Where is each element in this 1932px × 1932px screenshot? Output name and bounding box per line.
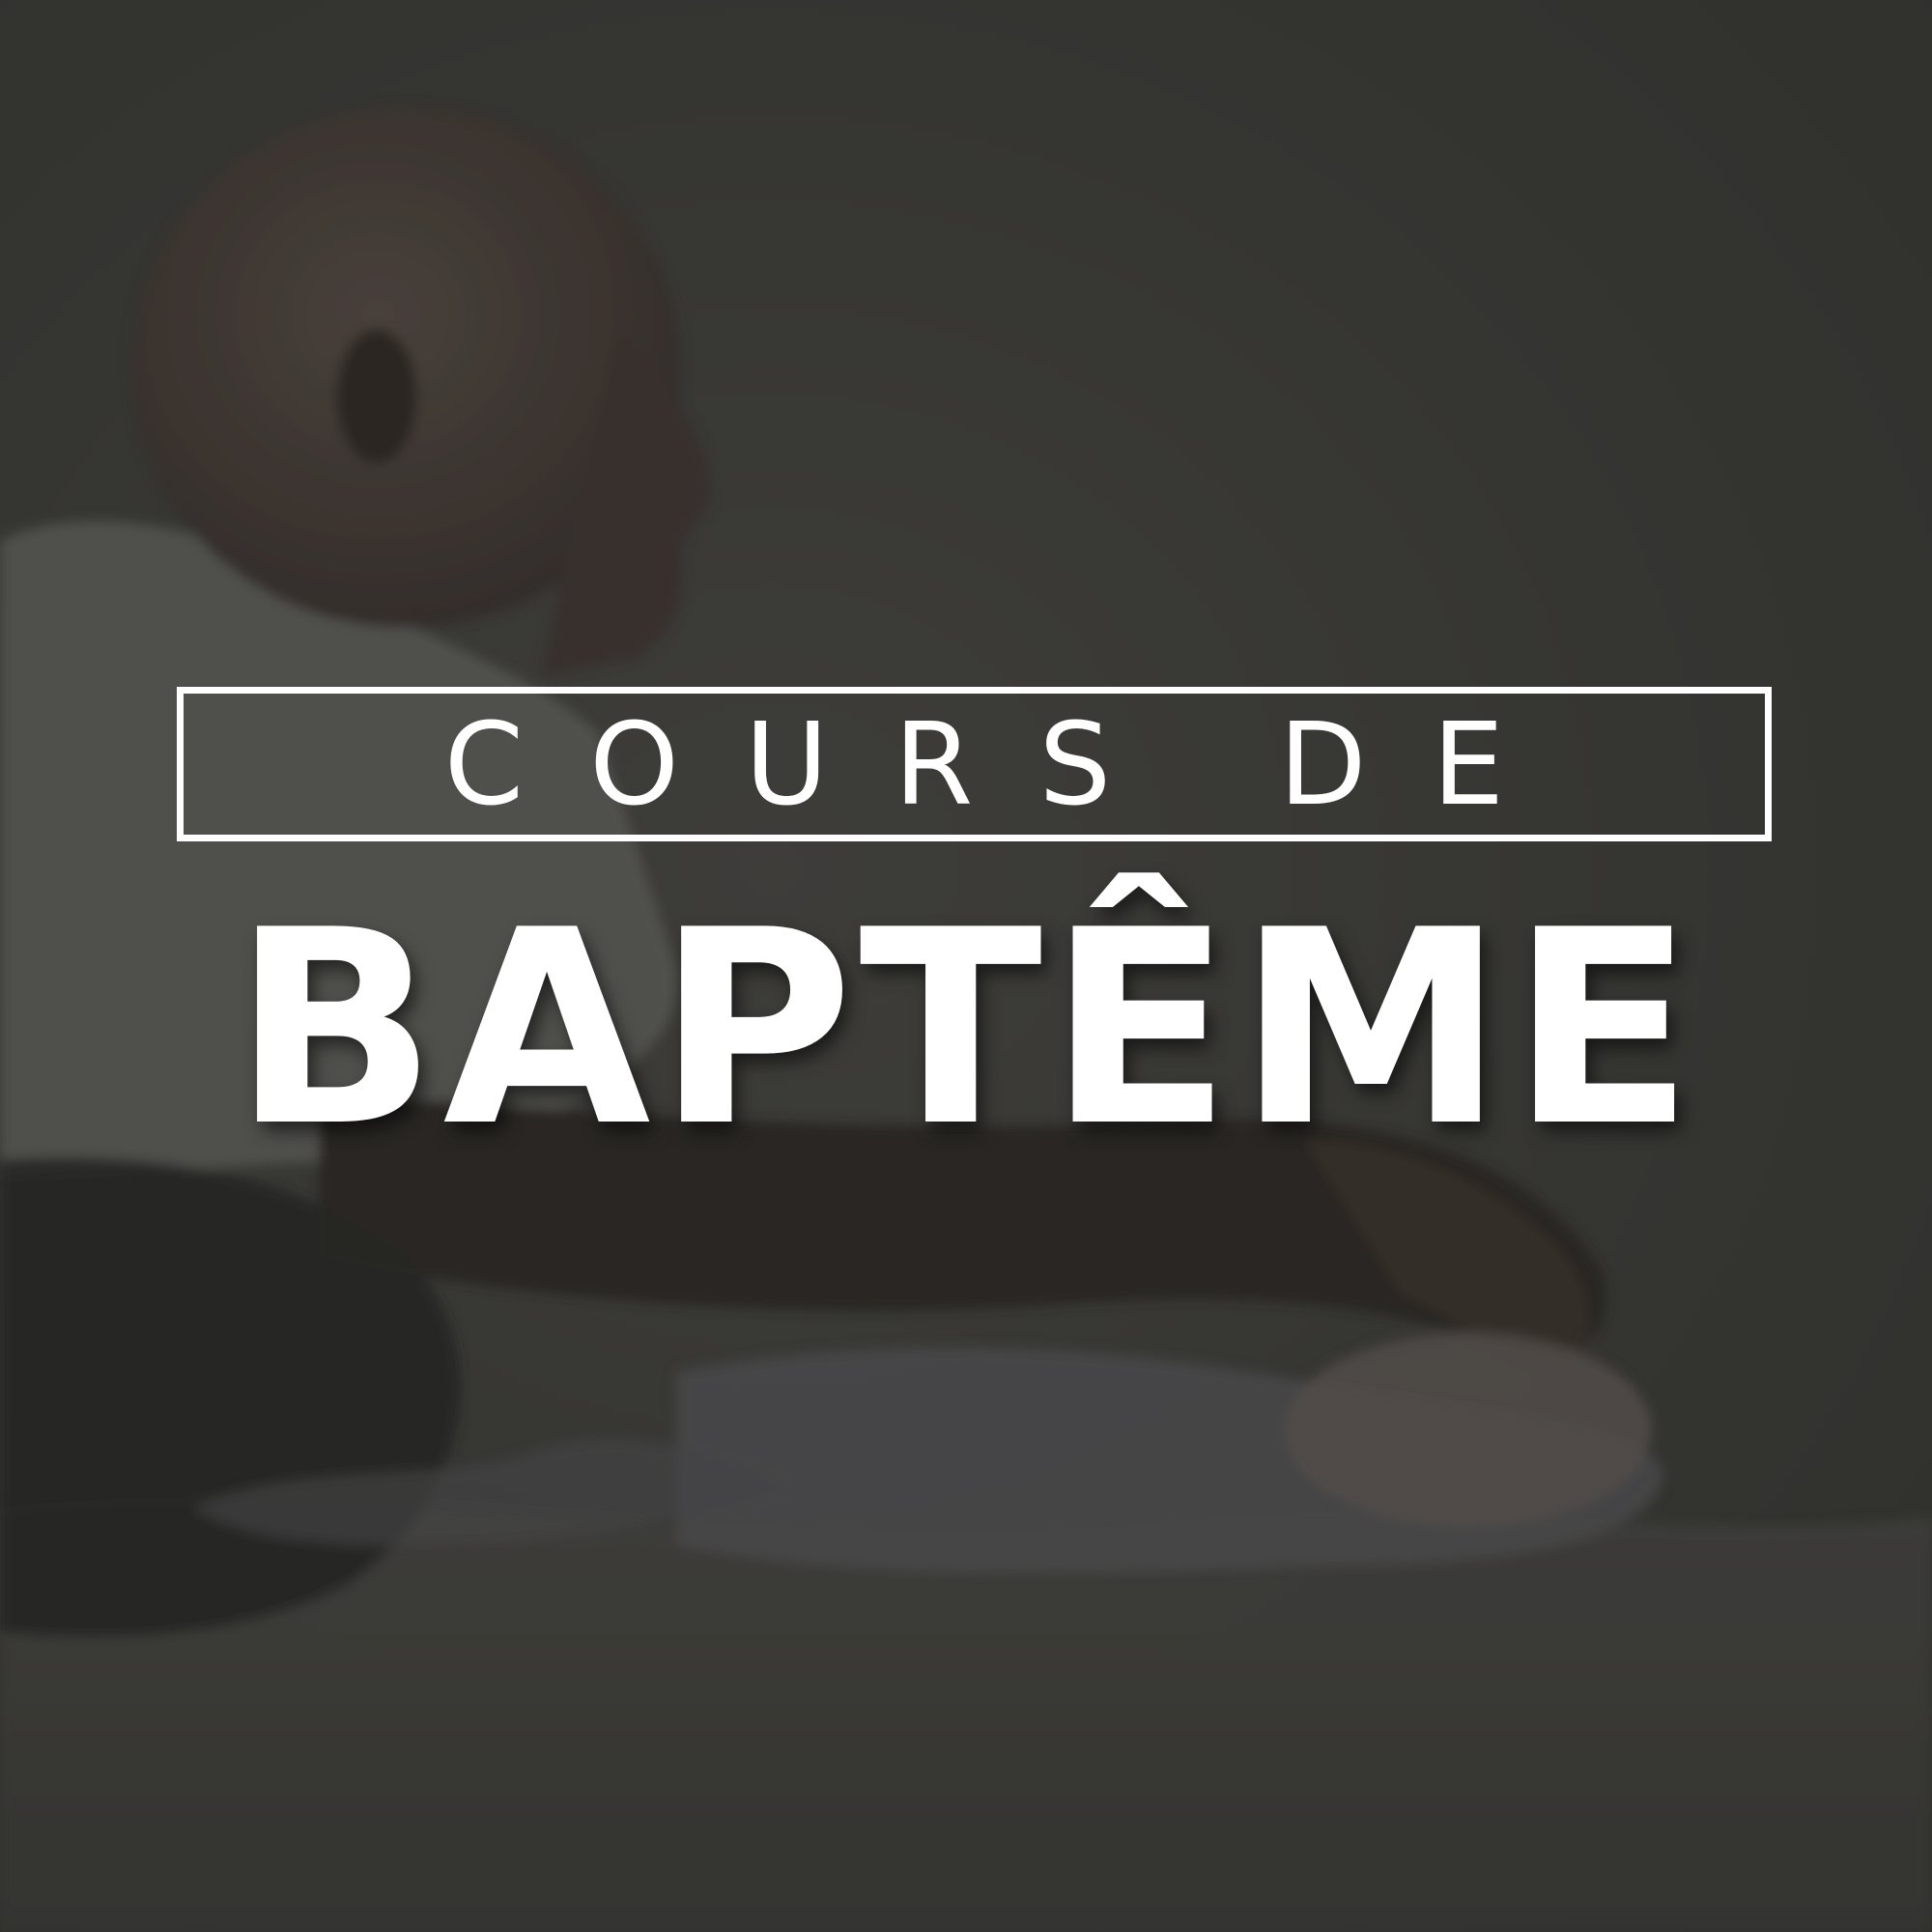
subtitle: COURS DE [443,697,1571,831]
poster: COURS DE BAPTÊME [0,0,1932,1932]
headline: BAPTÊME [232,872,1700,1185]
